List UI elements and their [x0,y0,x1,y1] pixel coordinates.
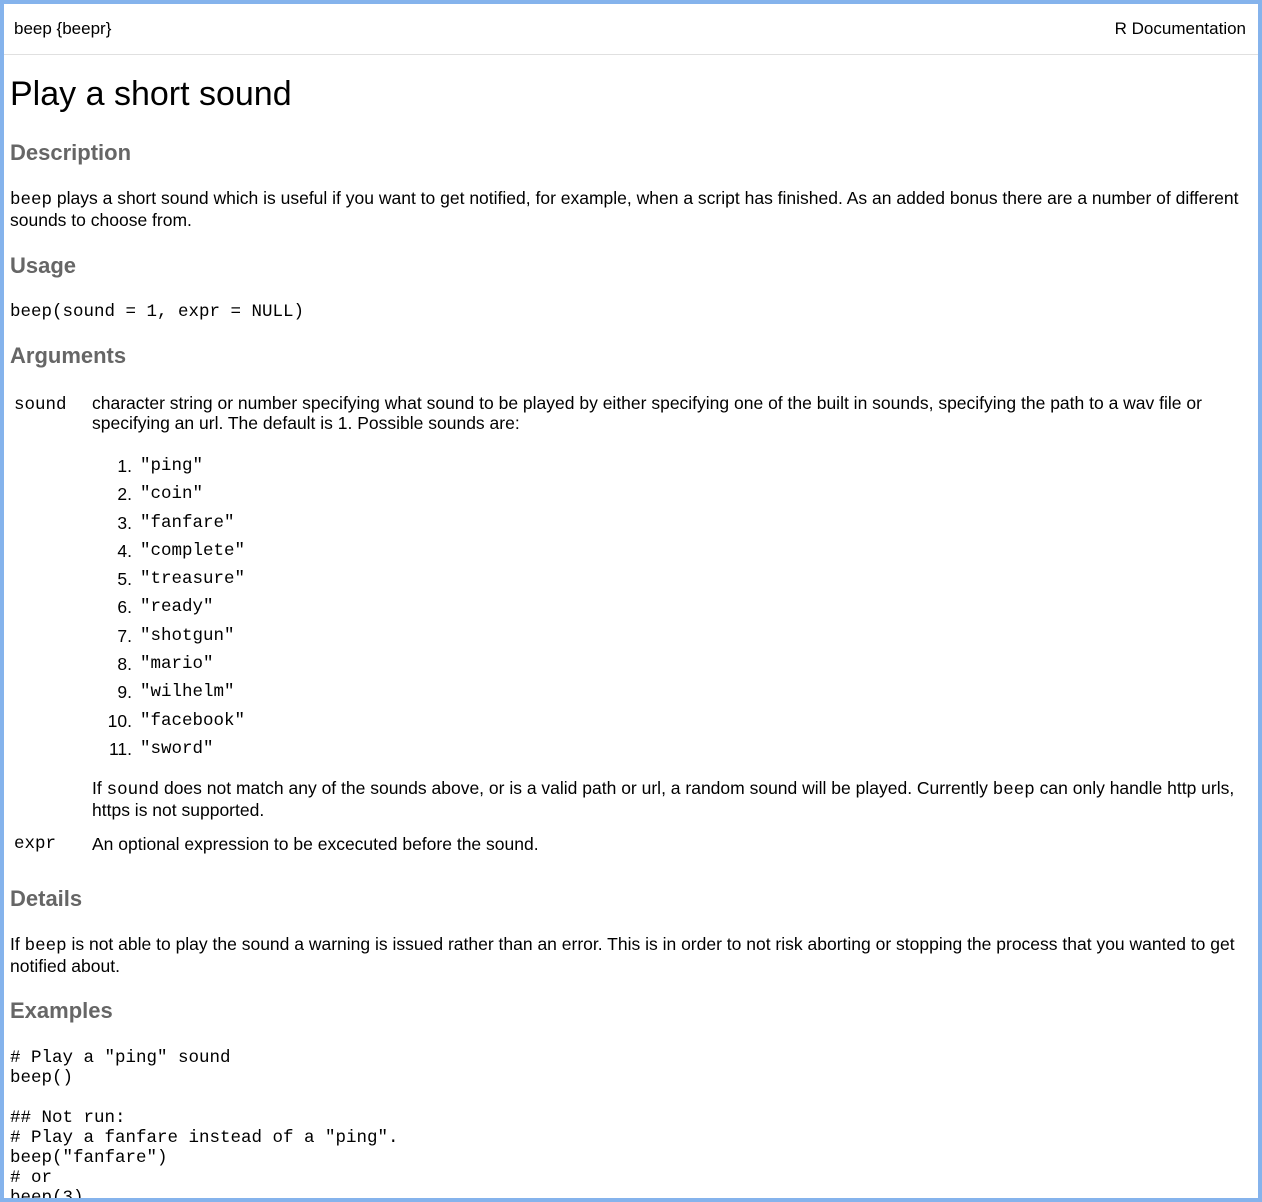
sound-options-list: 1. "ping" 2. "coin" 3. "fanfare" 4. "complete" 5… [92,456,1254,767]
argument-name-expr: expr [14,834,57,855]
description-heading: Description [10,140,132,165]
doc-header: beep {beepr} R Documentation [4,4,1258,55]
sound-option: 1. "ping" [92,456,1254,484]
document-frame: beep {beepr} R Documentation Play a shor… [0,0,1262,1202]
sound-option-value: "treasure" [140,569,246,590]
argument-row-sound: sound character string or number specify… [10,393,1254,820]
sound-note-pre: If [92,778,107,799]
sound-note-mid: does not match any of the sounds above, … [159,778,993,799]
sound-option: 8. "mario" [92,654,1254,682]
sound-option-number: 6. [117,597,132,618]
usage-heading: Usage [10,253,77,278]
argument-desc-expr: An optional expression to be excecuted b… [92,834,539,855]
details-heading: Details [10,886,83,912]
sound-option-value: "facebook" [140,710,246,731]
sound-option: 2. "coin" [92,484,1254,512]
sound-option-value: "mario" [140,654,214,675]
docs-label: R Documentation [1114,19,1246,38]
sound-option: 7. "shotgun" [92,626,1254,654]
sound-option: 6. "ready" [92,597,1254,625]
sound-option-number: 4. [117,540,132,561]
sound-option-value: "ready" [140,597,214,618]
sound-option-value: "ping" [140,456,204,476]
sound-option: 4. "complete" [92,541,1254,569]
details-pre: If [10,934,25,955]
sound-option-number: 3. [117,512,132,533]
sound-option: 5. "treasure" [92,569,1254,597]
sound-option-number: 2. [117,484,132,505]
sound-option-number: 7. [117,625,132,646]
sound-option: 10. "facebook" [92,711,1254,739]
sound-description: character string or number specifying wh… [92,393,1202,433]
sound-option-number: 11. [108,738,132,759]
arguments-heading: Arguments [10,343,127,368]
sound-option-number: 8. [117,654,132,675]
argument-name-sound: sound [14,395,67,415]
sound-option: 9. "wilhelm" [92,682,1254,710]
argument-row-expr: expr An optional expression to be excecu… [10,820,1254,854]
description-code: beep [10,190,53,210]
sound-option-number: 5. [117,569,132,590]
sound-note: If sound does not match any of the sound… [92,778,1254,820]
sound-option-number: 10. [107,710,132,731]
sound-option-value: "sword" [140,738,214,759]
package-label: beep {beepr} [14,19,112,38]
sound-option: 11. "sword" [92,739,1254,767]
sound-option-number: 1. [117,456,132,476]
argument-desc-sound: character string or number specifying wh… [92,393,1254,820]
page-title: Play a short sound [10,75,292,113]
usage-code: beep(sound = 1, expr = NULL) [10,302,305,322]
details-text: If beep is not able to play the sound a … [10,934,1254,976]
examples-code: # Play a "ping" sound beep() ## Not run:… [10,1048,399,1202]
sound-note-code-beep: beep [992,780,1035,801]
details-post: is not able to play the sound a warning … [10,934,1235,977]
description-text: beep plays a short sound which is useful… [10,188,1254,230]
sound-option-number: 9. [117,682,132,703]
sound-option-value: "fanfare" [140,512,235,533]
sound-note-code-sound: sound [106,780,160,801]
arguments-table: sound character string or number specify… [10,393,1254,854]
details-code: beep [24,936,67,957]
sound-option-value: "wilhelm" [140,682,235,703]
sound-option-value: "coin" [140,484,204,505]
sound-option-value: "shotgun" [140,625,235,646]
examples-heading: Examples [10,998,113,1024]
sound-option: 3. "fanfare" [92,513,1254,541]
description-body: plays a short sound which is useful if y… [10,188,1239,230]
sound-option-value: "complete" [140,540,246,561]
